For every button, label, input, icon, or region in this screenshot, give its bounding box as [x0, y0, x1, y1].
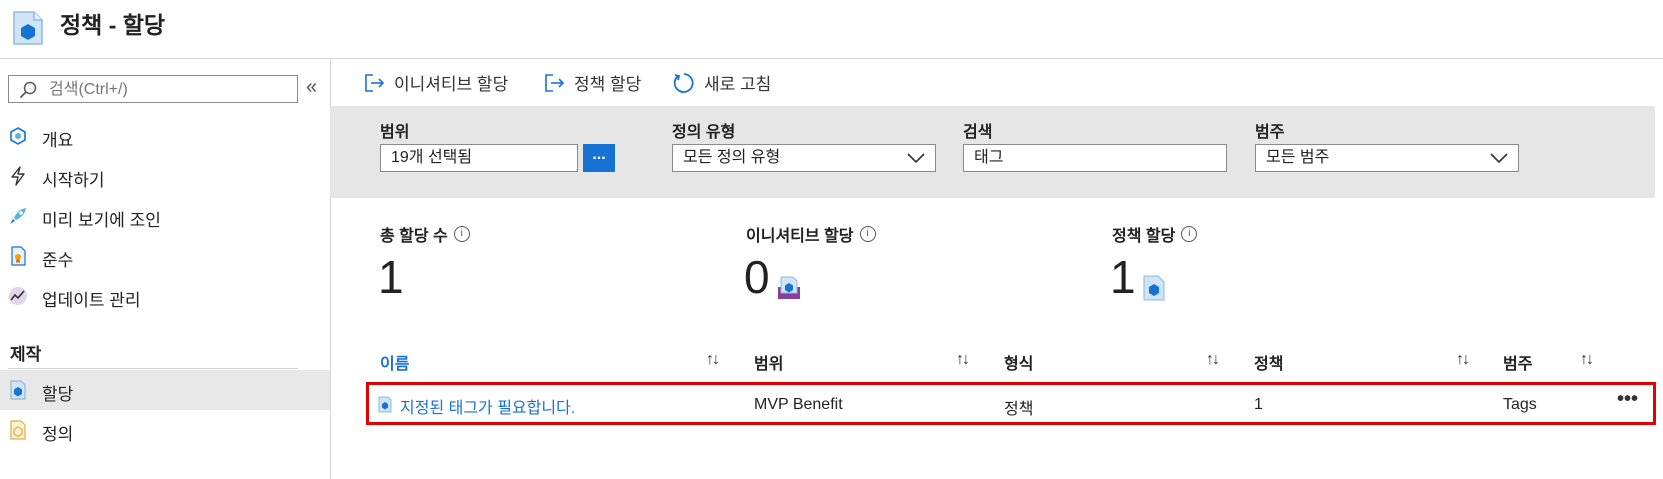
sidebar-item-label: 업데이트 관리 [42, 291, 141, 310]
rocket-icon [10, 208, 26, 224]
sidebar-item-update-management[interactable]: 업데이트 관리 [0, 276, 330, 316]
assign-policy-button[interactable]: 정책 할당 [544, 70, 641, 95]
sidebar-item-label: 정의 [42, 425, 74, 444]
policy-assignments-label: 정책 할당 i [1112, 222, 1198, 246]
sidebar-search[interactable] [8, 75, 298, 103]
sort-icon[interactable]: ↑↓ [1206, 351, 1220, 369]
collapse-sidebar-icon[interactable]: « [306, 76, 317, 99]
assign-icon [545, 73, 565, 92]
command-toolbar: 이니셔티브 할당 정책 할당 새로 고침 [330, 58, 1650, 106]
policy-icon [1143, 275, 1165, 301]
filter-bar: 범위 19개 선택됨 ... 정의 유형 모든 정의 유형 검색 태그 범주 모… [330, 106, 1655, 198]
sort-icon[interactable]: ↑↓ [1580, 351, 1594, 369]
chevron-down-icon [907, 153, 925, 164]
assign-initiative-button[interactable]: 이니셔티브 할당 [364, 70, 508, 95]
assign-initiative-label: 이니셔티브 할당 [394, 75, 509, 94]
initiative-assignments-label: 이니셔티브 할당 i [746, 222, 876, 246]
chart-line-icon [9, 287, 27, 305]
overview-icon [10, 127, 26, 145]
refresh-icon [673, 72, 694, 93]
more-options-icon[interactable]: ••• [1617, 388, 1638, 411]
table-cell-type: 정책 [1004, 401, 1034, 418]
sidebar-item-label: 할당 [42, 385, 74, 404]
scope-filter-field[interactable]: 19개 선택됨 [380, 144, 578, 172]
definition-type-value: 모든 정의 유형 [683, 149, 781, 166]
column-header-policies[interactable]: 정책 [1254, 350, 1283, 374]
column-header-type[interactable]: 형식 [1004, 350, 1033, 374]
sidebar-item-definitions[interactable]: 정의 [0, 410, 330, 450]
sidebar: « 개요 시작하기 미리 보기에 조인 준수 업데 [0, 58, 331, 479]
policy-assignments-text: 정책 할당 [1112, 228, 1176, 245]
assign-policy-label: 정책 할당 [574, 75, 642, 94]
page-header: 정책 - 할당 [0, 0, 1663, 59]
column-header-scope[interactable]: 범위 [754, 350, 783, 374]
category-select[interactable]: 모든 범주 [1255, 144, 1519, 172]
section-heading-authoring: 제작 [10, 345, 42, 364]
sidebar-item-join-preview[interactable]: 미리 보기에 조인 [0, 196, 330, 236]
assign-icon [365, 73, 385, 92]
info-icon[interactable]: i [1181, 226, 1198, 242]
column-header-category[interactable]: 범주 [1503, 350, 1532, 374]
total-assignments-value: 1 [378, 251, 404, 303]
sidebar-item-label: 시작하기 [42, 171, 105, 190]
section-divider [8, 368, 298, 369]
definition-type-select[interactable]: 모든 정의 유형 [672, 144, 936, 172]
definition-type-label: 정의 유형 [672, 124, 736, 141]
table-cell-scope: MVP Benefit [754, 396, 843, 413]
assignment-name-link[interactable]: 지정된 태그가 필요합니다. [400, 394, 575, 418]
scope-filter-label: 범위 [380, 124, 410, 141]
column-header-name[interactable]: 이름 [380, 350, 409, 374]
search-icon [19, 81, 37, 99]
total-assignments-text: 총 할당 수 [380, 228, 448, 245]
total-assignments-label: 총 할당 수 i [380, 222, 470, 246]
sidebar-item-label: 준수 [42, 251, 74, 270]
sidebar-search-input[interactable] [47, 78, 291, 102]
compliance-icon [11, 246, 26, 266]
sidebar-item-label: 미리 보기에 조인 [42, 211, 161, 230]
sidebar-item-compliance[interactable]: 준수 [0, 236, 330, 276]
info-icon[interactable]: i [453, 226, 470, 242]
sidebar-item-getting-started[interactable]: 시작하기 [0, 156, 330, 196]
refresh-button[interactable]: 새로 고침 [672, 70, 771, 95]
sort-icon[interactable]: ↑↓ [706, 351, 720, 369]
refresh-label: 새로 고침 [704, 75, 772, 94]
definition-icon [10, 420, 26, 440]
category-filter-label: 범주 [1255, 124, 1285, 141]
sidebar-item-assignments[interactable]: 할당 [0, 370, 330, 410]
sort-icon[interactable]: ↑↓ [956, 351, 970, 369]
search-filter-field[interactable]: 태그 [963, 144, 1227, 172]
table-cell-policies: 1 [1254, 396, 1263, 413]
category-value: 모든 범주 [1266, 149, 1330, 166]
info-icon[interactable]: i [859, 226, 876, 242]
assignment-icon [10, 380, 26, 400]
policy-row-icon [378, 396, 392, 413]
initiative-assignments-value: 0 [744, 251, 770, 303]
policy-assignments-value: 1 [1110, 251, 1136, 303]
chevron-down-icon [1490, 153, 1508, 164]
initiative-icon [778, 276, 800, 299]
sidebar-item-label: 개요 [42, 131, 74, 150]
policy-document-icon [13, 11, 43, 45]
initiative-assignments-text: 이니셔티브 할당 [746, 228, 854, 245]
search-filter-label: 검색 [963, 124, 993, 141]
lightning-icon [11, 166, 25, 186]
page-title: 정책 - 할당 [60, 12, 166, 38]
sort-icon[interactable]: ↑↓ [1456, 351, 1470, 369]
scope-picker-button[interactable]: ... [583, 144, 615, 172]
table-cell-category: Tags [1503, 396, 1537, 413]
sidebar-item-overview[interactable]: 개요 [0, 116, 330, 156]
